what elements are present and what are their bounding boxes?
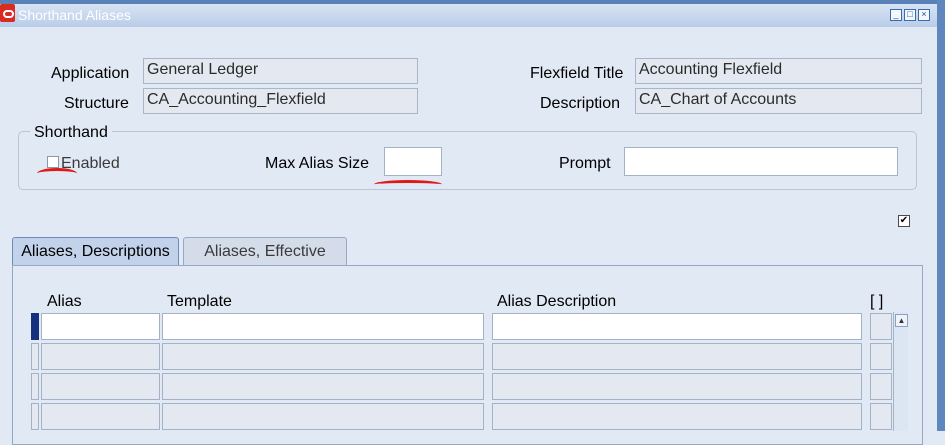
template-cell[interactable] bbox=[162, 403, 484, 430]
prompt-label: Prompt bbox=[559, 155, 611, 172]
minimize-icon[interactable]: _ bbox=[890, 9, 902, 21]
vertical-scrollbar[interactable]: ▲ bbox=[893, 312, 908, 431]
tab-aliases-descriptions[interactable]: Aliases, Descriptions bbox=[12, 237, 179, 266]
flexfield-title-label: Flexfield Title bbox=[530, 65, 624, 82]
alias-cell[interactable] bbox=[41, 313, 160, 340]
row-folder-cell[interactable] bbox=[870, 313, 892, 340]
row-folder-cell[interactable] bbox=[870, 343, 892, 370]
red-annotation-mark bbox=[374, 180, 442, 189]
record-indicator[interactable] bbox=[31, 403, 39, 430]
tab-aliases-effective[interactable]: Aliases, Effective bbox=[183, 237, 347, 266]
alias-description-cell[interactable] bbox=[492, 403, 862, 430]
prompt-input[interactable] bbox=[624, 147, 898, 176]
shorthand-group-label: Shorthand bbox=[30, 124, 112, 142]
record-indicator[interactable] bbox=[31, 343, 39, 370]
template-cell[interactable] bbox=[162, 313, 484, 340]
alias-cell[interactable] bbox=[41, 343, 160, 370]
application-field[interactable]: General Ledger bbox=[143, 58, 418, 84]
maximize-icon[interactable]: □ bbox=[904, 9, 916, 21]
oracle-logo-icon bbox=[0, 4, 15, 22]
current-record-indicator bbox=[31, 313, 39, 340]
red-annotation-mark bbox=[37, 168, 77, 179]
window-border bbox=[937, 0, 945, 431]
column-header-alias: Alias bbox=[47, 293, 82, 310]
max-alias-size-label: Max Alias Size bbox=[265, 155, 370, 172]
column-header-template: Template bbox=[167, 293, 232, 310]
row-folder-cell[interactable] bbox=[870, 403, 892, 430]
close-icon[interactable]: × bbox=[918, 9, 930, 21]
alias-description-cell[interactable] bbox=[492, 313, 862, 340]
max-alias-size-input[interactable] bbox=[384, 147, 442, 176]
standalone-checkbox[interactable]: ✔ bbox=[898, 215, 910, 227]
structure-label: Structure bbox=[64, 95, 129, 112]
title-bar: Shorthand Aliases _ □ × bbox=[0, 0, 937, 27]
column-header-alias-description: Alias Description bbox=[497, 293, 617, 310]
alias-description-cell[interactable] bbox=[492, 373, 862, 400]
alias-cell[interactable] bbox=[41, 373, 160, 400]
template-cell[interactable] bbox=[162, 343, 484, 370]
description-label: Description bbox=[540, 95, 621, 112]
flexfield-title-field[interactable]: Accounting Flexfield bbox=[635, 58, 922, 84]
structure-field[interactable]: CA_Accounting_Flexfield bbox=[143, 88, 418, 114]
row-folder-cell[interactable] bbox=[870, 373, 892, 400]
description-field[interactable]: CA_Chart of Accounts bbox=[635, 88, 922, 114]
window-title: Shorthand Aliases bbox=[18, 7, 131, 23]
enabled-checkbox[interactable] bbox=[47, 156, 59, 168]
application-label: Application bbox=[51, 65, 130, 82]
scroll-up-icon[interactable]: ▲ bbox=[895, 314, 908, 327]
template-cell[interactable] bbox=[162, 373, 484, 400]
column-header-folder: [ ] bbox=[870, 293, 884, 310]
alias-description-cell[interactable] bbox=[492, 343, 862, 370]
alias-cell[interactable] bbox=[41, 403, 160, 430]
record-indicator[interactable] bbox=[31, 373, 39, 400]
